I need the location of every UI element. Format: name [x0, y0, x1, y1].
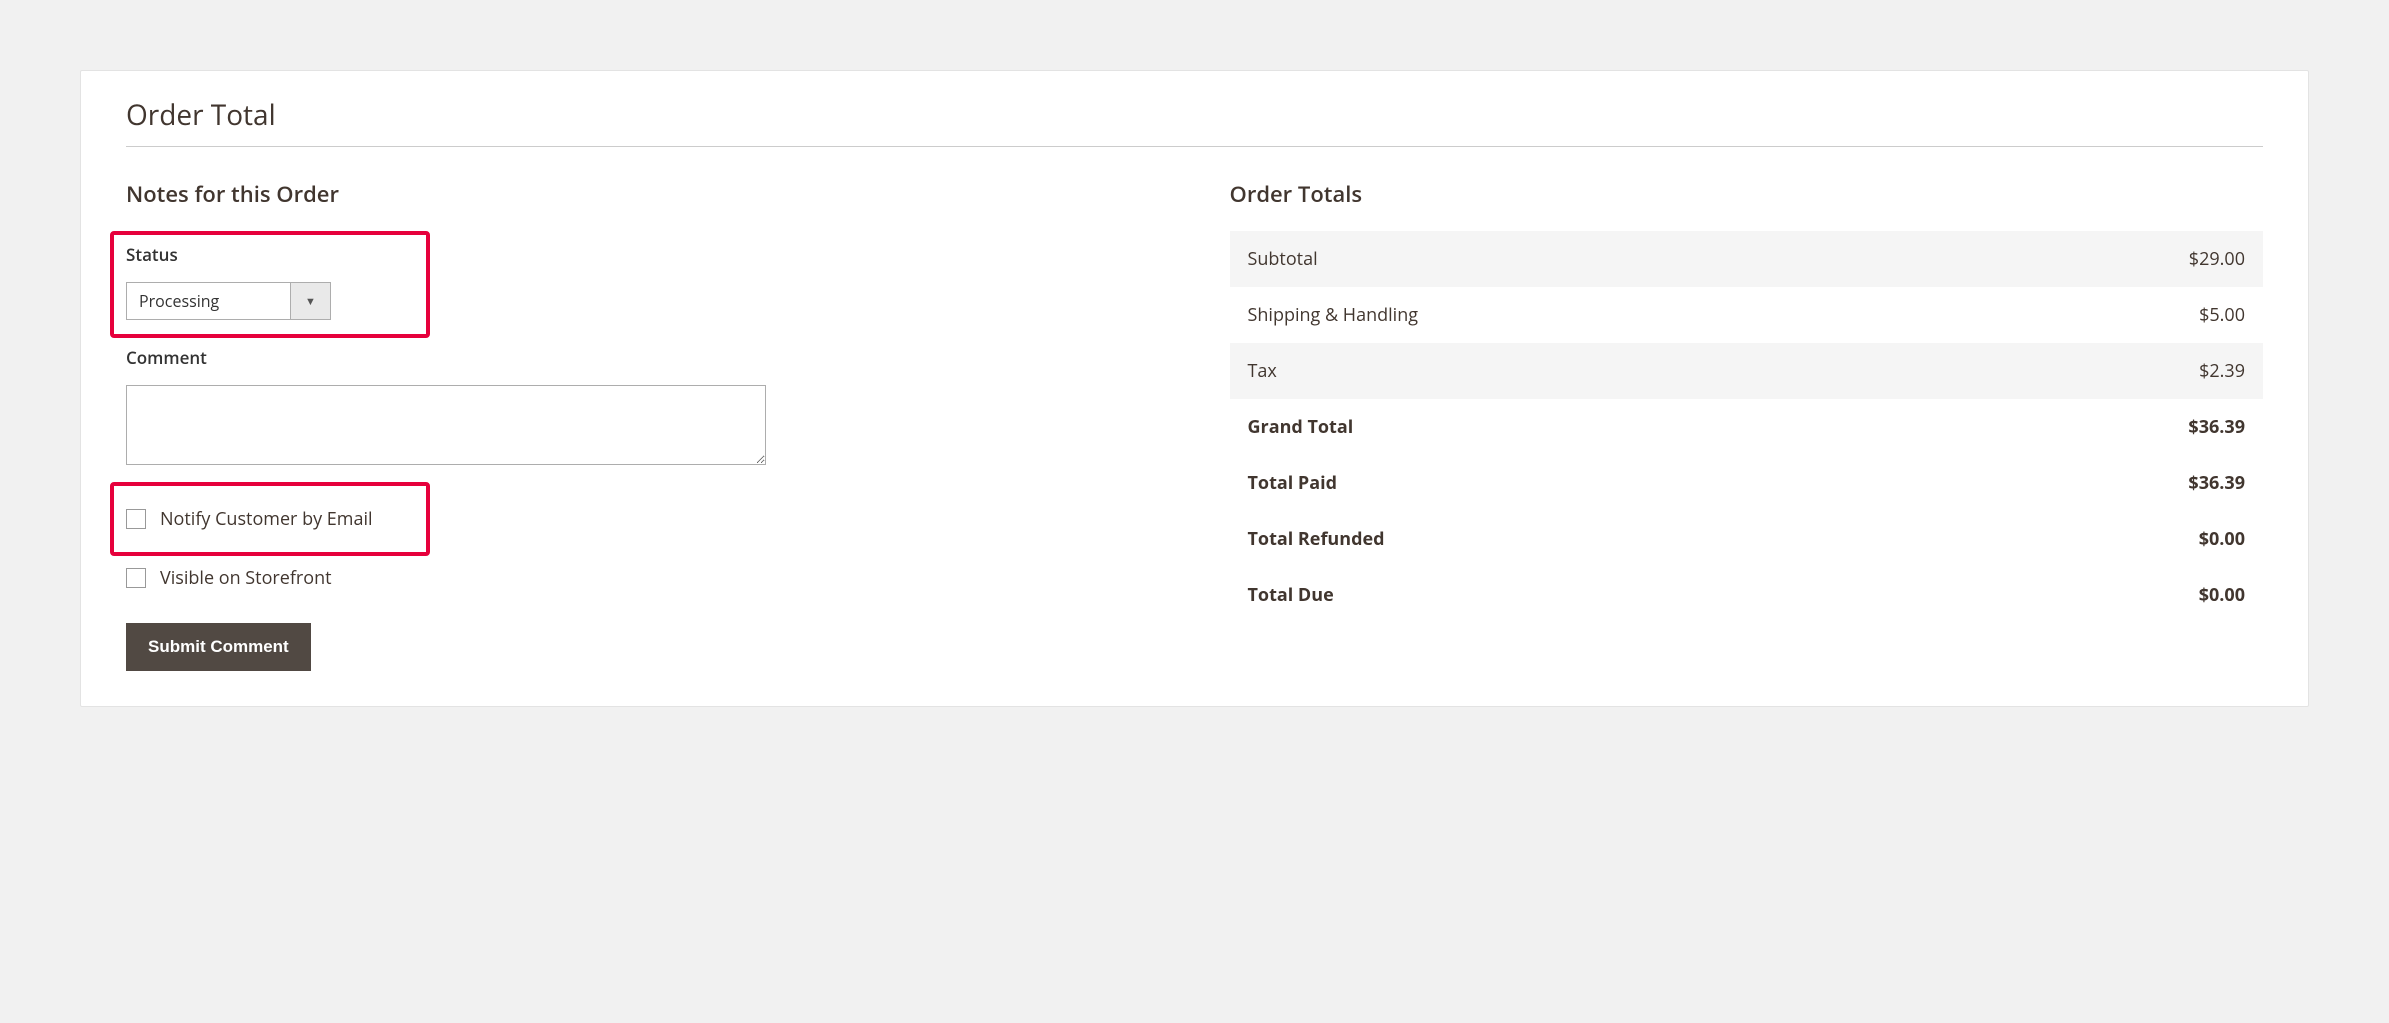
chevron-down-icon: ▼	[291, 282, 331, 320]
totals-row-value: $36.39	[1943, 399, 2263, 455]
totals-row: Subtotal$29.00	[1230, 231, 2264, 287]
status-select[interactable]: Processing ▼	[126, 282, 331, 320]
totals-row-label: Shipping & Handling	[1230, 287, 1944, 343]
totals-row: Total Paid$36.39	[1230, 455, 2264, 511]
totals-row: Tax$2.39	[1230, 343, 2264, 399]
submit-comment-button[interactable]: Submit Comment	[126, 623, 311, 671]
status-highlight: Status Processing ▼	[110, 231, 430, 338]
totals-column: Order Totals Subtotal$29.00Shipping & Ha…	[1230, 179, 2264, 671]
status-value: Processing	[126, 282, 291, 320]
notify-label: Notify Customer by Email	[160, 507, 373, 531]
status-label: Status	[126, 243, 414, 266]
totals-row-label: Total Refunded	[1230, 511, 1944, 567]
comment-field: Comment	[126, 346, 1160, 470]
totals-row-label: Subtotal	[1230, 231, 1944, 287]
totals-row-value: $36.39	[1943, 455, 2263, 511]
totals-row: Total Refunded$0.00	[1230, 511, 2264, 567]
totals-table: Subtotal$29.00Shipping & Handling$5.00Ta…	[1230, 231, 2264, 623]
visible-checkbox[interactable]	[126, 568, 146, 588]
totals-row-value: $29.00	[1943, 231, 2263, 287]
notify-highlight: Notify Customer by Email	[110, 482, 430, 556]
columns: Notes for this Order Status Processing ▼…	[126, 179, 2263, 671]
notify-row: Notify Customer by Email	[126, 507, 414, 531]
visible-label: Visible on Storefront	[160, 566, 332, 590]
totals-row: Grand Total$36.39	[1230, 399, 2264, 455]
totals-row-value: $2.39	[1943, 343, 2263, 399]
comment-label: Comment	[126, 346, 1160, 369]
totals-row-label: Total Paid	[1230, 455, 1944, 511]
comment-textarea[interactable]	[126, 385, 766, 465]
totals-row-label: Grand Total	[1230, 399, 1944, 455]
totals-row-value: $0.00	[1943, 511, 2263, 567]
totals-row: Shipping & Handling$5.00	[1230, 287, 2264, 343]
notify-checkbox[interactable]	[126, 509, 146, 529]
order-total-panel: Order Total Notes for this Order Status …	[80, 70, 2309, 707]
visible-row: Visible on Storefront	[126, 562, 1160, 590]
totals-row-label: Tax	[1230, 343, 1944, 399]
totals-heading: Order Totals	[1230, 179, 2264, 209]
totals-row-value: $0.00	[1943, 567, 2263, 623]
notes-heading: Notes for this Order	[126, 179, 1160, 209]
totals-row-label: Total Due	[1230, 567, 1944, 623]
totals-body: Subtotal$29.00Shipping & Handling$5.00Ta…	[1230, 231, 2264, 623]
notes-column: Notes for this Order Status Processing ▼…	[126, 179, 1160, 671]
panel-title: Order Total	[126, 96, 2263, 147]
totals-row: Total Due$0.00	[1230, 567, 2264, 623]
totals-row-value: $5.00	[1943, 287, 2263, 343]
